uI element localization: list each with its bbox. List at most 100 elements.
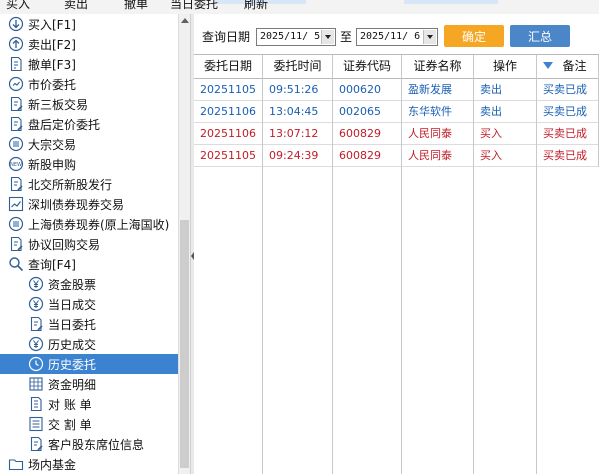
sidebar-item[interactable]: 上海债券现券(原上海国收) bbox=[0, 214, 178, 234]
sidebar-item[interactable]: 客户股东席位信息 bbox=[0, 434, 178, 454]
sidebar-item[interactable]: 当日委托 bbox=[0, 314, 178, 334]
column-header-label: 委托时间 bbox=[273, 59, 322, 73]
sidebar-item-label: 新股申购 bbox=[28, 157, 77, 172]
table-row[interactable]: 20251106 13:04:45 002065 东华软件 卖出 买卖已成 bbox=[194, 101, 599, 123]
table-row[interactable]: 20251105 09:24:39 600829 人民同泰 买入 买卖已成 bbox=[194, 145, 599, 167]
sidebar-item[interactable]: 协议回购交易 bbox=[0, 234, 178, 254]
start-date-picker[interactable]: 2025/11/ 5 bbox=[256, 28, 336, 46]
table-row[interactable]: 20251106 13:07:12 600829 人民同泰 买入 买卖已成 bbox=[194, 123, 599, 145]
toolbar-buy[interactable]: 买入 bbox=[6, 0, 30, 12]
table-cell: 20251106 bbox=[194, 101, 263, 123]
sidebar-item-label: 客户股东席位信息 bbox=[48, 437, 145, 452]
sidebar-item-label: 盘后定价委托 bbox=[28, 117, 101, 132]
toolbar-refresh[interactable]: 刷新 bbox=[244, 0, 268, 12]
column-header[interactable]: 操作 bbox=[474, 55, 537, 79]
sidebar-item[interactable]: 北交所新股发行 bbox=[0, 174, 178, 194]
scrollbar-thumb[interactable] bbox=[180, 220, 189, 468]
history-orders-table: 委托日期 委托时间 证券代码 证券名称 操作 备注 20251105 09:51:26 000… bbox=[194, 54, 599, 474]
sidebar-item[interactable]: NEW 新股申购 bbox=[0, 154, 178, 174]
sidebar-item[interactable]: 历史成交 bbox=[0, 334, 178, 354]
sidebar-item-label: 北交所新股发行 bbox=[28, 177, 113, 192]
yuan-circle-icon bbox=[28, 296, 44, 312]
sidebar-item-label: 买入[F1] bbox=[28, 17, 76, 32]
query-date-label: 查询日期 bbox=[202, 30, 251, 44]
toolbar-today-orders[interactable]: 当日委托 bbox=[170, 0, 218, 12]
new-badge-icon: NEW bbox=[8, 156, 24, 172]
sidebar-item[interactable]: 大宗交易 bbox=[0, 134, 178, 154]
sidebar-item[interactable]: 对 账 单 bbox=[0, 394, 178, 414]
toolbar-highlight bbox=[404, 0, 498, 4]
sidebar-item[interactable]: 深圳债券现券交易 bbox=[0, 194, 178, 214]
top-toolbar: 买入 卖出 撤单 当日委托 刷新 bbox=[0, 0, 599, 14]
chevron-down-icon[interactable] bbox=[423, 30, 436, 44]
column-header-label: 委托日期 bbox=[203, 59, 252, 73]
table-header: 委托日期 委托时间 证券代码 证券名称 操作 备注 bbox=[194, 55, 599, 79]
sidebar-item[interactable]: 查询[F4] bbox=[0, 254, 178, 274]
scroll-up-icon[interactable] bbox=[181, 18, 189, 23]
table-cell: 09:51:26 bbox=[263, 79, 333, 101]
list-circle-icon bbox=[8, 136, 24, 152]
confirm-button[interactable]: 确定 bbox=[444, 25, 504, 47]
sidebar-item[interactable]: 盘后定价委托 bbox=[0, 114, 178, 134]
arrow-up-circle-icon bbox=[8, 36, 24, 52]
table-cell: 买卖已成 bbox=[537, 123, 599, 145]
sidebar-item-label: 新三板交易 bbox=[28, 97, 89, 112]
folder-icon bbox=[8, 456, 24, 472]
statement-icon bbox=[28, 396, 44, 412]
sidebar-item-label: 大宗交易 bbox=[28, 137, 77, 152]
column-header[interactable]: 证券名称 bbox=[402, 55, 474, 79]
document-edit-icon bbox=[8, 96, 24, 112]
sidebar-item-label: 协议回购交易 bbox=[28, 237, 101, 252]
sidebar-item[interactable]: 场内基金 bbox=[0, 454, 178, 474]
list-circle-icon bbox=[8, 216, 24, 232]
sidebar-item[interactable]: 交 割 单 bbox=[0, 414, 178, 434]
table-cell: 盈新发展 bbox=[402, 79, 474, 101]
sidebar-item[interactable]: 市价委托 bbox=[0, 74, 178, 94]
table-cell: 卖出 bbox=[474, 79, 537, 101]
document-edit-icon bbox=[8, 116, 24, 132]
table-cell: 买入 bbox=[474, 123, 537, 145]
table-cell: 买卖已成 bbox=[537, 101, 599, 123]
sidebar-item-label: 历史委托 bbox=[48, 357, 97, 372]
sidebar-item[interactable]: 资金明细 bbox=[0, 374, 178, 394]
sidebar-item-label: 市价委托 bbox=[28, 77, 77, 92]
document-edit-icon bbox=[28, 436, 44, 452]
table-cell: 13:04:45 bbox=[263, 101, 333, 123]
sidebar-item[interactable]: 资金股票 bbox=[0, 274, 178, 294]
chevron-down-icon[interactable] bbox=[321, 30, 334, 44]
column-header-label: 操作 bbox=[492, 59, 517, 73]
sidebar-item[interactable]: 当日成交 bbox=[0, 294, 178, 314]
column-header[interactable]: 备注 bbox=[537, 55, 599, 79]
column-header[interactable]: 委托日期 bbox=[194, 55, 263, 79]
sidebar-item[interactable]: 撤单[F3] bbox=[0, 54, 178, 74]
end-date-picker[interactable]: 2025/11/ 6 bbox=[356, 28, 438, 46]
document-edit-icon bbox=[28, 316, 44, 332]
table-cell: 13:07:12 bbox=[263, 123, 333, 145]
table-cell: 20251106 bbox=[194, 123, 263, 145]
sidebar-scrollbar[interactable] bbox=[178, 14, 190, 474]
arrow-down-circle-icon bbox=[8, 16, 24, 32]
toolbar-sell[interactable]: 卖出 bbox=[64, 0, 88, 12]
table-cell: 东华软件 bbox=[402, 101, 474, 123]
summary-button[interactable]: 汇总 bbox=[510, 25, 570, 47]
sidebar-item-label: 资金明细 bbox=[48, 377, 97, 392]
sidebar-item-label: 查询[F4] bbox=[28, 257, 76, 272]
sidebar-item[interactable]: 买入[F1] bbox=[0, 14, 178, 34]
table-cell: 000620 bbox=[333, 79, 402, 101]
column-header-label: 证券名称 bbox=[413, 59, 462, 73]
sidebar-item-label: 资金股票 bbox=[48, 277, 97, 292]
table-cell: 20251105 bbox=[194, 79, 263, 101]
document-edit-icon bbox=[8, 176, 24, 192]
query-bar: 查询日期 2025/11/ 5 至 2025/11/ 6 确定 汇总 bbox=[194, 14, 599, 54]
sidebar-item-label: 卖出[F2] bbox=[28, 37, 76, 52]
toolbar-cancel[interactable]: 撤单 bbox=[124, 0, 148, 12]
table-cell: 买入 bbox=[474, 145, 537, 167]
sort-icon[interactable] bbox=[543, 62, 553, 69]
to-label: 至 bbox=[340, 30, 353, 44]
sidebar-item[interactable]: 新三板交易 bbox=[0, 94, 178, 114]
table-row[interactable]: 20251105 09:51:26 000620 盈新发展 卖出 买卖已成 bbox=[194, 79, 599, 101]
sidebar-item[interactable]: 卖出[F2] bbox=[0, 34, 178, 54]
column-header[interactable]: 证券代码 bbox=[333, 55, 402, 79]
column-header[interactable]: 委托时间 bbox=[263, 55, 333, 79]
sidebar-item[interactable]: 历史委托 bbox=[0, 354, 178, 374]
